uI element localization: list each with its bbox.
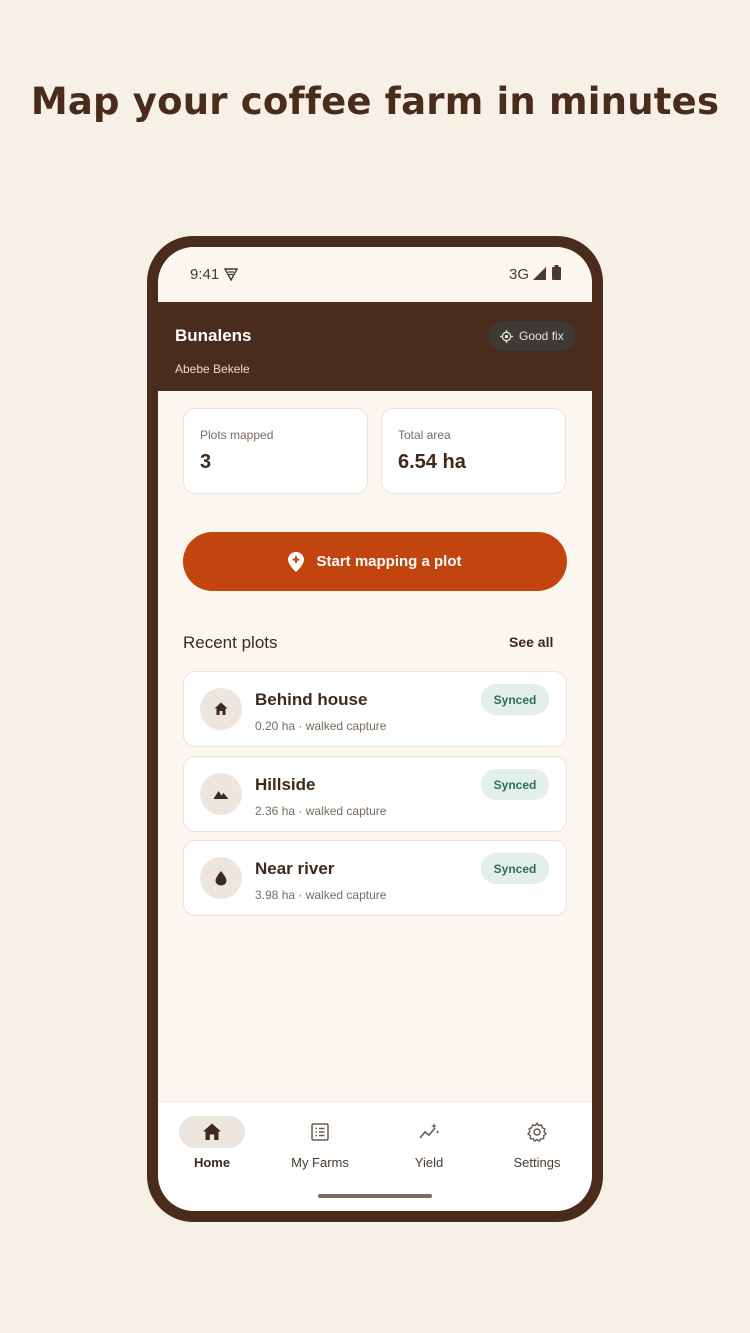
plot-icon-wrap [200,688,242,730]
plot-icon-wrap [200,857,242,899]
status-bar: 9:41 3G [158,247,592,302]
stat-label: Total area [398,428,451,442]
status-badge: Synced [481,853,549,884]
water-drop-icon [215,871,227,886]
status-network: 3G [509,266,530,283]
phone-frame: 9:41 3G Bunalens Abebe Bekele Good fix P… [147,236,603,1222]
map-pin-plus-icon [288,551,305,572]
plot-card[interactable]: Behind house 0.20 ha · walked capture Sy… [183,671,567,747]
nav-label: Yield [414,1155,444,1170]
plot-card[interactable]: Hillside 2.36 ha · walked capture Synced [183,756,567,832]
plot-name: Near river [255,859,335,878]
gps-status-chip[interactable]: Good fix [489,321,575,351]
marketing-headline: Map your coffee farm in minutes [30,80,720,123]
plot-meta: 3.98 ha · walked capture [255,888,387,902]
plot-card[interactable]: Near river 3.98 ha · walked capture Sync… [183,840,567,916]
nav-label: Settings [513,1155,561,1170]
nav-item-settings[interactable]: Settings [483,1102,591,1192]
gps-target-icon [500,329,513,343]
plot-name: Behind house [255,690,368,709]
app-header: Bunalens Abebe Bekele Good fix [158,302,592,391]
plot-meta: 2.36 ha · walked capture [255,804,387,818]
recent-plots-title: Recent plots [183,633,278,652]
nav-item-home[interactable]: Home [158,1102,266,1192]
house-icon [203,1123,221,1140]
start-mapping-label: Start mapping a plot [316,553,462,570]
signal-icon [533,267,546,280]
nav-item-my-farms[interactable]: My Farms [266,1102,374,1192]
home-indicator[interactable] [318,1194,432,1198]
plot-meta: 0.20 ha · walked capture [255,719,387,733]
gps-status-label: Good fix [519,329,564,343]
gear-icon [527,1122,547,1142]
mountain-icon [213,791,229,799]
stat-label: Plots mapped [200,428,274,442]
vpn-shield-icon [224,268,238,281]
start-mapping-button[interactable]: Start mapping a plot [183,532,567,591]
status-time: 9:41 [190,266,220,283]
nav-indicator [396,1116,462,1148]
nav-item-yield[interactable]: Yield [375,1102,483,1192]
nav-label: My Farms [291,1155,349,1170]
list-icon [311,1123,329,1141]
battery-icon [552,265,561,280]
phone-screen: 9:41 3G Bunalens Abebe Bekele Good fix P… [158,247,592,1211]
user-name: Abebe Bekele [175,362,250,376]
stat-value: 3 [200,451,212,473]
trend-sparkle-icon [419,1123,440,1139]
nav-indicator [179,1116,245,1148]
stat-card-plots: Plots mapped 3 [183,408,368,494]
nav-indicator [504,1116,570,1148]
nav-indicator [287,1116,353,1148]
status-badge: Synced [481,684,549,715]
nav-label: Home [193,1155,231,1170]
stat-value: 6.54 ha [398,451,466,473]
stat-card-area: Total area 6.54 ha [381,408,566,494]
plot-icon-wrap [200,773,242,815]
status-badge: Synced [481,769,549,800]
see-all-link[interactable]: See all [509,634,553,650]
plot-name: Hillside [255,775,316,794]
app-title: Bunalens [175,326,252,345]
house-icon [214,702,228,715]
